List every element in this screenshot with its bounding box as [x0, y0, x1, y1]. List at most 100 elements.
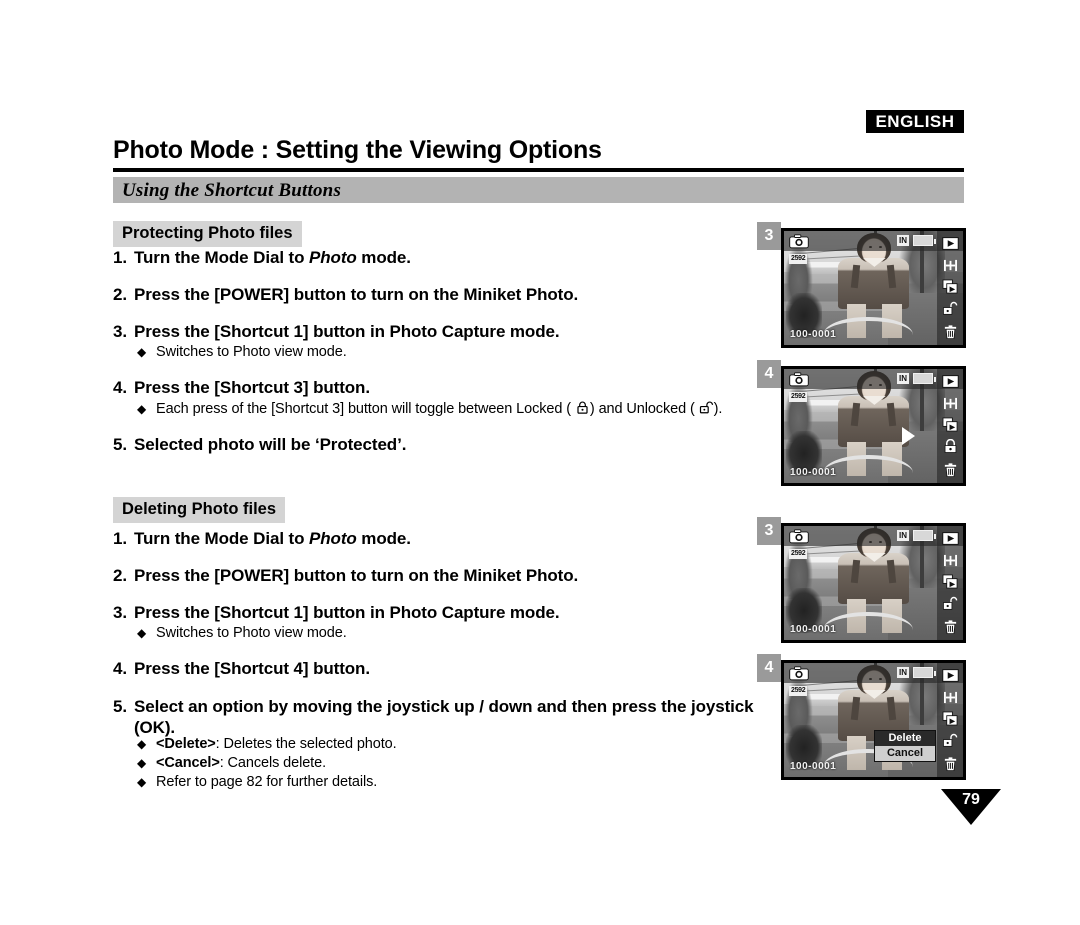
step-italic: Photo	[309, 529, 357, 548]
copy-icon[interactable]	[940, 572, 960, 590]
lock-icon[interactable]	[940, 437, 960, 455]
bullet-1-1: ◆ Switches to Photo view mode.	[137, 344, 347, 360]
subhead-protecting: Protecting Photo files	[113, 221, 302, 247]
page-number: 79	[962, 791, 980, 808]
step-text: Press the [Shortcut 3] button.	[134, 378, 370, 397]
step-text: Press the [Shortcut 1] button in Photo C…	[134, 322, 560, 341]
delete-option[interactable]: Delete	[875, 731, 935, 746]
step-text: Turn the Mode Dial to	[134, 248, 310, 267]
bullet-text: : Deletes the selected photo.	[215, 736, 397, 752]
step-number: 2.	[113, 285, 127, 304]
cancel-option[interactable]: Cancel	[875, 746, 935, 761]
file-number: 100-0001	[790, 329, 837, 340]
copy-icon[interactable]	[940, 277, 960, 295]
camera-icon	[789, 666, 809, 681]
play-icon[interactable]	[940, 666, 960, 684]
step-2-2: 2. Press the [POWER] button to turn on th…	[113, 566, 578, 586]
bullet-2-1: ◆ Switches to Photo view mode.	[137, 625, 347, 641]
cut-icon[interactable]	[940, 394, 960, 412]
diamond-bullet-icon: ◆	[137, 775, 147, 789]
step-text: Turn the Mode Dial to	[134, 529, 310, 548]
diamond-bullet-icon: ◆	[137, 626, 147, 640]
diamond-bullet-icon: ◆	[137, 756, 147, 770]
camera-icon	[789, 529, 809, 544]
resolution-badge: 2592	[789, 392, 808, 402]
cut-icon[interactable]	[940, 256, 960, 274]
selection-cursor-icon	[902, 427, 915, 445]
step-1-2: 2. Press the [POWER] button to turn on th…	[113, 285, 578, 305]
step-text: Press the [POWER] button to turn on the …	[134, 285, 579, 304]
lcd-screen: 2592 IN Delete Cancel 100-0001	[781, 660, 966, 780]
step-number: 4.	[113, 378, 127, 397]
step-1-4: 4. Press the [Shortcut 3] button.	[113, 378, 370, 398]
step-badge: 4	[757, 360, 781, 388]
step-2-3: 3. Press the [Shortcut 1] button in Photo…	[113, 603, 560, 623]
unlock-icon[interactable]	[940, 299, 960, 317]
resolution-badge: 2592	[789, 686, 808, 696]
bullet-text-post: ).	[713, 401, 723, 417]
delete-dialog: Delete Cancel	[874, 730, 936, 762]
cut-icon[interactable]	[940, 688, 960, 706]
copy-icon[interactable]	[940, 709, 960, 727]
memory-badge: IN	[897, 667, 909, 678]
play-icon[interactable]	[940, 372, 960, 390]
step-number: 4.	[113, 659, 127, 678]
step-1-5: 5. Selected photo will be ‘Protected’.	[113, 435, 406, 455]
step-number: 1.	[113, 248, 127, 267]
cut-icon[interactable]	[940, 551, 960, 569]
bullet-text-mid: ) and Unlocked (	[589, 401, 695, 417]
step-1-3: 3. Press the [Shortcut 1] button in Photo…	[113, 322, 560, 342]
bullet-2-4: ◆ Refer to page 82 for further details.	[137, 774, 377, 790]
trash-icon[interactable]	[940, 323, 960, 341]
trash-icon[interactable]	[940, 755, 960, 773]
unlock-icon[interactable]	[940, 594, 960, 612]
step-badge: 4	[757, 654, 781, 682]
trash-icon[interactable]	[940, 618, 960, 636]
step-text-post: mode.	[356, 248, 411, 267]
memory-badge: IN	[897, 373, 909, 384]
bullet-text-pre: Each press of the [Shortcut 3] button wi…	[156, 401, 571, 417]
play-icon[interactable]	[940, 529, 960, 547]
lcd-screen: 2592 IN 100-0001	[781, 523, 966, 643]
step-badge: 3	[757, 222, 781, 250]
step-text-post: mode.	[356, 529, 411, 548]
battery-icon	[913, 530, 936, 541]
play-icon[interactable]	[940, 234, 960, 252]
file-number: 100-0001	[790, 624, 837, 635]
subhead-deleting: Deleting Photo files	[113, 497, 286, 523]
step-2-1: 1. Turn the Mode Dial to Photo mode.	[113, 529, 411, 549]
bullet-text: Switches to Photo view mode.	[156, 625, 347, 641]
step-number: 2.	[113, 566, 127, 585]
step-text: Select an option by moving the joystick …	[134, 697, 754, 737]
resolution-badge: 2592	[789, 254, 808, 264]
diamond-bullet-icon: ◆	[137, 345, 147, 359]
lcd-screen: 2592 IN 100-0001	[781, 228, 966, 348]
language-badge: ENGLISH	[866, 110, 964, 133]
bullet-text: Refer to page 82 for further details.	[156, 774, 378, 790]
bullet-2-3: ◆ <Cancel>: Cancels delete.	[137, 755, 326, 771]
step-number: 3.	[113, 322, 127, 341]
resolution-badge: 2592	[789, 549, 808, 559]
file-number: 100-0001	[790, 467, 837, 478]
step-1-1: 1. Turn the Mode Dial to Photo mode.	[113, 248, 411, 268]
trash-icon[interactable]	[940, 461, 960, 479]
battery-icon	[913, 373, 936, 384]
battery-icon	[913, 235, 936, 246]
step-italic: Photo	[309, 248, 357, 267]
unlock-icon[interactable]	[940, 731, 960, 749]
camera-shot-3: 3 2592 IN 100-0001	[757, 517, 969, 649]
section-band-label: Using the Shortcut Buttons	[122, 180, 342, 201]
manual-page: ENGLISH Photo Mode : Setting the Viewing…	[0, 0, 1080, 925]
copy-icon[interactable]	[940, 415, 960, 433]
battery-icon	[913, 667, 936, 678]
camera-shot-2: 4 2592 IN 100-0001	[757, 360, 969, 492]
step-text: Selected photo will be ‘Protected’.	[134, 435, 407, 454]
diamond-bullet-icon: ◆	[137, 402, 147, 416]
page-title: Photo Mode : Setting the Viewing Options	[113, 136, 602, 164]
camera-shot-1: 3 2592 IN 100-0001	[757, 222, 969, 354]
unlock-icon	[699, 400, 714, 415]
file-number: 100-0001	[790, 761, 837, 772]
bullet-1-2: ◆ Each press of the [Shortcut 3] button w…	[137, 400, 722, 417]
bullet-text: : Cancels delete.	[219, 755, 326, 771]
camera-icon	[789, 234, 809, 249]
